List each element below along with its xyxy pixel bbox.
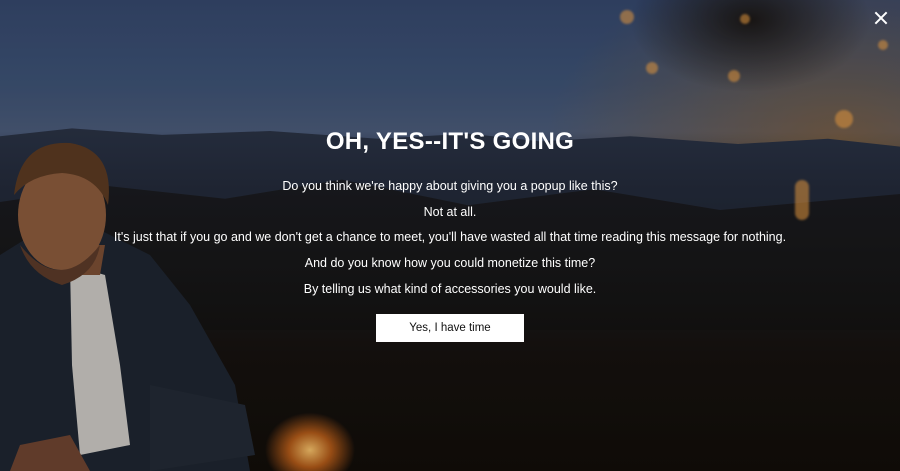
popup: OH, YES--IT'S GOING Do you think we're h… (0, 0, 900, 471)
popup-message-line: Do you think we're happy about giving yo… (282, 179, 618, 193)
popup-message-line: It's just that if you go and we don't ge… (113, 230, 787, 244)
close-icon[interactable] (872, 9, 890, 27)
popup-message-line: And do you know how you could monetize t… (304, 256, 596, 270)
yes-i-have-time-button[interactable]: Yes, I have time (376, 314, 524, 342)
popup-message-line: By telling us what kind of accessories y… (303, 282, 597, 296)
popup-title: OH, YES--IT'S GOING (325, 128, 575, 155)
popup-message-line: Not at all. (423, 205, 477, 219)
